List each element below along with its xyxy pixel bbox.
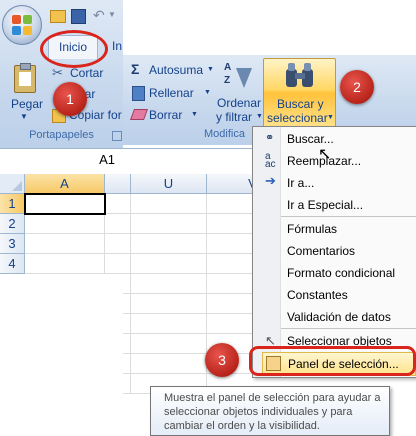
binoculars-icon: ⚭ [265, 132, 275, 144]
column-header-a-label: A [60, 176, 69, 191]
autosum-label: Autosuma [149, 63, 204, 77]
office-logo-icon [12, 15, 32, 35]
panel-seleccion-highlight [249, 346, 416, 376]
menu-separator-1 [281, 216, 416, 217]
callout-badge-3: 3 [205, 343, 239, 377]
autosum-dropdown-icon: ▼ [207, 66, 214, 73]
menu-item-validacion-datos-label: Validación de datos [287, 310, 391, 324]
sort-dropdown-icon: ▼ [256, 113, 263, 120]
menu-item-validacion-datos[interactable]: Validación de datos [262, 306, 416, 328]
arrow-right-icon: ➔ [265, 173, 276, 188]
column-header-u[interactable]: U [131, 174, 207, 194]
menu-item-reemplazar[interactable]: a ac Reemplazar... [262, 150, 416, 172]
fill-down-icon [132, 86, 145, 101]
row-header-2-label: 2 [8, 216, 16, 231]
menu-item-formulas-label: Fórmulas [287, 222, 338, 236]
find-label-2: seleccionar [267, 111, 328, 125]
callout-badge-1: 1 [53, 82, 87, 116]
sort-label-2: y filtrar [216, 110, 252, 124]
clear-dropdown-icon: ▼ [191, 111, 198, 118]
row-headers: 1 2 3 4 [0, 194, 25, 274]
fill-dropdown-icon: ▼ [204, 89, 211, 96]
tooltip-line-2: seleccionar objetos individuales y para [164, 406, 353, 418]
tooltip-line-3: cambiar el orden y la visibilidad. [164, 420, 320, 432]
scissors-icon: ✂ [52, 65, 63, 80]
menu-item-ir-a-label: Ir a... [287, 176, 315, 190]
clipboard-group-label: Portapapeles [29, 129, 94, 141]
clear-label: Borrar [149, 108, 183, 122]
select-all-corner[interactable] [0, 174, 25, 194]
find-select-button[interactable]: Buscar y seleccionar ▼ [263, 58, 336, 128]
save-icon[interactable] [71, 9, 86, 24]
menu-item-ir-a-especial[interactable]: Ir a Especial... [262, 194, 416, 216]
clipboard-launcher-icon[interactable] [112, 131, 122, 141]
paste-dropdown-icon: ▼ [20, 112, 28, 121]
paste-label: Pegar [11, 97, 44, 111]
undo-icon[interactable]: ↶ [93, 7, 105, 24]
grid-area-right [123, 194, 263, 394]
cut-button[interactable]: ✂ Cortar [52, 65, 124, 82]
replace-icon: a ac [265, 151, 276, 170]
sort-label-1: Ordenar [217, 96, 262, 110]
clipboard-icon [14, 63, 36, 93]
cut-label: Cortar [70, 66, 104, 80]
autosum-button[interactable]: Σ Autosuma ▼ [131, 61, 216, 80]
menu-item-formulas[interactable]: Fórmulas [262, 218, 416, 240]
menu-item-comentarios[interactable]: Comentarios [262, 240, 416, 262]
sigma-icon: Σ [131, 61, 140, 77]
tooltip: Muestra el panel de selección para ayuda… [150, 386, 390, 436]
tab-insertar-label: In [112, 39, 123, 53]
menu-item-reemplazar-label: Reemplazar... [287, 154, 362, 168]
column-header-a[interactable]: A [25, 174, 105, 194]
row-header-3-label: 3 [8, 236, 16, 251]
row-header-1[interactable]: 1 [0, 194, 25, 214]
fill-label: Rellenar [149, 86, 194, 100]
binoculars-large-icon [286, 63, 314, 89]
row-header-4-label: 4 [8, 256, 16, 271]
find-dropdown-icon: ▼ [327, 114, 334, 121]
menu-item-ir-a-especial-label: Ir a Especial... [287, 198, 364, 212]
fill-button[interactable]: Rellenar ▼ [131, 84, 216, 102]
clear-button[interactable]: Borrar ▼ [129, 106, 216, 124]
column-header-u-label: U [163, 176, 174, 191]
column-header-strip [105, 174, 123, 194]
row-header-4[interactable]: 4 [0, 254, 25, 274]
menu-item-constantes[interactable]: Constantes [262, 284, 416, 306]
column-header-t[interactable] [123, 174, 131, 194]
callout-badge-2: 2 [340, 70, 374, 104]
row-header-3[interactable]: 3 [0, 234, 25, 254]
active-cell-a1[interactable] [24, 193, 106, 215]
menu-item-ir-a[interactable]: ➔ Ir a... [262, 172, 416, 194]
office-button[interactable] [2, 5, 42, 45]
sort-filter-button[interactable]: A Z Ordenar y filtrar ▼ [216, 60, 263, 126]
open-folder-icon[interactable] [50, 10, 66, 23]
menu-item-buscar[interactable]: ⚭ Buscar... [262, 128, 416, 150]
name-box[interactable]: A1 [0, 151, 115, 169]
undo-dropdown-icon[interactable]: ▼ [108, 10, 116, 19]
row-header-2[interactable]: 2 [0, 214, 25, 234]
paste-button[interactable]: Pegar ▼ [4, 63, 44, 123]
find-label-1: Buscar y [277, 97, 324, 111]
sort-az-icon: A Z [224, 62, 254, 92]
row-header-1-label: 1 [8, 196, 16, 211]
menu-separator-2 [281, 328, 416, 329]
menu-item-comentarios-label: Comentarios [287, 244, 356, 258]
name-box-value: A1 [99, 152, 115, 167]
eraser-icon [129, 109, 149, 120]
menu-item-formato-condicional[interactable]: Formato condicional [262, 262, 416, 284]
menu-item-constantes-label: Constantes [287, 288, 348, 302]
menu-item-formato-condicional-label: Formato condicional [287, 266, 396, 280]
inicio-highlight-circle [40, 30, 108, 68]
tooltip-line-1: Muestra el panel de selección para ayuda… [164, 392, 381, 404]
